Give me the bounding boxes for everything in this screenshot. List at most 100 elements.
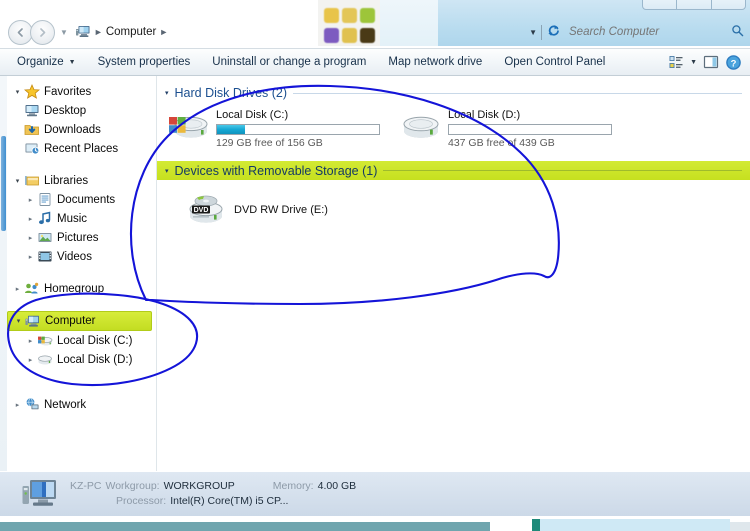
taskbar-segment-green	[532, 519, 540, 531]
group-title-removable-storage: Devices with Removable Storage (1)	[174, 163, 378, 178]
videos-icon	[37, 249, 53, 264]
expander-closed-icon[interactable]: ▸	[11, 285, 24, 293]
sidebar-item-pictures[interactable]: ▸ Pictures	[7, 228, 156, 247]
drive-name-d: Local Disk (D:)	[448, 109, 521, 121]
music-icon	[37, 211, 53, 226]
taskbar-segment-gap	[490, 522, 532, 531]
expander-closed-icon[interactable]: ▸	[24, 253, 37, 261]
computer-icon	[75, 25, 91, 39]
sidebar-item-local-disk-c[interactable]: ▸ Local Disk (C:)	[7, 331, 156, 350]
address-chevron-down-icon[interactable]: ▼	[529, 28, 537, 37]
documents-icon	[37, 192, 53, 207]
sidebar-label-local-disk-c: Local Disk (C:)	[57, 334, 133, 347]
memory-value: 4.00 GB	[317, 480, 357, 492]
sidebar-item-homegroup[interactable]: ▸ Homegroup	[7, 279, 156, 298]
window-body: ▾ Favorites Desktop Downloads Recent Pla…	[0, 76, 750, 471]
drive-free-space-d: 437 GB free of 439 GB	[448, 137, 555, 149]
hard-disk-windows-icon	[37, 333, 53, 348]
organize-button[interactable]: Organize ▼	[6, 51, 87, 73]
open-control-panel-button[interactable]: Open Control Panel	[493, 51, 616, 73]
hard-disk-windows-icon	[167, 108, 211, 142]
expander-open-icon[interactable]: ▾	[12, 317, 25, 325]
sidebar-label-local-disk-d: Local Disk (D:)	[57, 353, 133, 366]
close-button[interactable]	[712, 0, 745, 9]
sidebar-item-recent-places[interactable]: Recent Places	[7, 139, 156, 158]
search-icon[interactable]	[731, 24, 744, 40]
sidebar-item-local-disk-d[interactable]: ▸ Local Disk (D:)	[7, 350, 156, 369]
expander-open-icon[interactable]: ▾	[11, 88, 24, 96]
drive-tile-local-disk-c[interactable]: Local Disk (C:) 129 GB free of 156 GB	[167, 108, 399, 149]
sidebar-label-favorites: Favorites	[44, 85, 92, 98]
preview-pane-icon[interactable]	[703, 54, 719, 70]
computer-icon	[25, 314, 41, 329]
svg-text:?: ?	[731, 58, 737, 69]
sidebar-item-favorites[interactable]: ▾ Favorites	[7, 82, 156, 101]
drive-name-c: Local Disk (C:)	[216, 109, 289, 121]
breadcrumb-separator: ►	[93, 27, 103, 37]
sidebar-label-downloads: Downloads	[44, 123, 101, 136]
sidebar-item-documents[interactable]: ▸ Documents	[7, 190, 156, 209]
expander-closed-icon[interactable]: ▸	[24, 215, 37, 223]
breadcrumb-computer[interactable]: Computer	[106, 26, 157, 38]
svg-text:DVD: DVD	[194, 207, 209, 214]
search-input[interactable]	[569, 26, 729, 38]
computer-name: KZ-PC	[70, 480, 102, 492]
taskbar-segment-left	[0, 522, 490, 531]
expander-closed-icon[interactable]: ▸	[24, 356, 37, 364]
sidebar-item-desktop[interactable]: Desktop	[7, 101, 156, 120]
drive-tile-local-disk-d[interactable]: Local Disk (D:) 437 GB free of 439 GB	[399, 108, 631, 149]
desktop-icon	[24, 103, 40, 118]
expander-open-icon[interactable]: ▾	[165, 89, 169, 97]
sidebar-item-downloads[interactable]: Downloads	[7, 120, 156, 139]
view-options-icon[interactable]	[668, 54, 684, 70]
maximize-button[interactable]	[677, 0, 712, 9]
group-header-hard-disk-drives[interactable]: ▾ Hard Disk Drives (2)	[163, 84, 750, 102]
minimize-button[interactable]	[643, 0, 678, 9]
drive-tiles-removable: DVD DVD RW Drive (E:)	[163, 182, 750, 226]
window-controls[interactable]	[642, 0, 746, 10]
breadcrumb[interactable]: ► Computer ►	[75, 25, 168, 39]
status-bar: KZ-PC Workgroup: WORKGROUP Memory: 4.00 …	[0, 471, 750, 516]
screenshot-root: ▼ ► Computer ► ▼ Search Computer Organiz…	[0, 0, 750, 531]
group-title-hard-disk-drives: Hard Disk Drives (2)	[174, 86, 288, 100]
expander-closed-icon[interactable]: ▸	[24, 196, 37, 204]
sidebar-item-music[interactable]: ▸ Music	[7, 209, 156, 228]
expander-open-icon[interactable]: ▾	[165, 167, 169, 175]
recent-places-icon	[24, 141, 40, 156]
processor-value: Intel(R) Core(TM) i5 CP...	[170, 495, 289, 507]
toolbar-right-group: ▼ ?	[668, 54, 750, 71]
expander-closed-icon[interactable]: ▸	[24, 337, 37, 345]
drive-tile-dvd-rw-e[interactable]: DVD DVD RW Drive (E:)	[185, 192, 328, 226]
navigation-buttons: ▼	[8, 19, 68, 45]
view-chevron-down-icon[interactable]: ▼	[690, 59, 697, 66]
uninstall-or-change-program-button[interactable]: Uninstall or change a program	[201, 51, 377, 73]
drive-tiles-hard-disks: Local Disk (C:) 129 GB free of 156 GB Lo…	[163, 104, 750, 149]
sidebar-item-videos[interactable]: ▸ Videos	[7, 247, 156, 266]
help-icon[interactable]: ?	[725, 54, 742, 71]
sidebar-item-libraries[interactable]: ▾ Libraries	[7, 171, 156, 190]
drive-info-e: DVD RW Drive (E:)	[234, 203, 328, 216]
forward-arrow-icon[interactable]	[30, 19, 55, 45]
recent-pages-chevron-down-icon[interactable]: ▼	[60, 28, 68, 37]
sidebar-label-videos: Videos	[57, 250, 92, 263]
group-header-removable-storage[interactable]: ▾ Devices with Removable Storage (1)	[157, 161, 750, 180]
system-properties-button[interactable]: System properties	[87, 51, 202, 73]
expander-open-icon[interactable]: ▾	[11, 177, 24, 185]
map-network-drive-button[interactable]: Map network drive	[377, 51, 493, 73]
sidebar-item-network[interactable]: ▸ Network	[7, 395, 156, 414]
sidebar-label-recent-places: Recent Places	[44, 142, 119, 155]
breadcrumb-separator-end[interactable]: ►	[159, 27, 168, 37]
status-bar-text: KZ-PC Workgroup: WORKGROUP Memory: 4.00 …	[70, 479, 356, 509]
scrollbar-thumb[interactable]	[1, 136, 6, 231]
taskbar-remnant	[0, 516, 750, 531]
drive-name-e: DVD RW Drive (E:)	[234, 203, 328, 216]
sidebar-item-computer[interactable]: ▾ Computer	[7, 311, 152, 331]
address-bar: ▼ ► Computer ► ▼ Search Computer	[0, 16, 750, 48]
left-scrollbar[interactable]	[0, 76, 7, 471]
refresh-icon[interactable]	[547, 24, 560, 40]
sidebar-label-documents: Documents	[57, 193, 116, 206]
expander-closed-icon[interactable]: ▸	[24, 234, 37, 242]
expander-closed-icon[interactable]: ▸	[11, 401, 24, 409]
libraries-icon	[24, 173, 40, 188]
